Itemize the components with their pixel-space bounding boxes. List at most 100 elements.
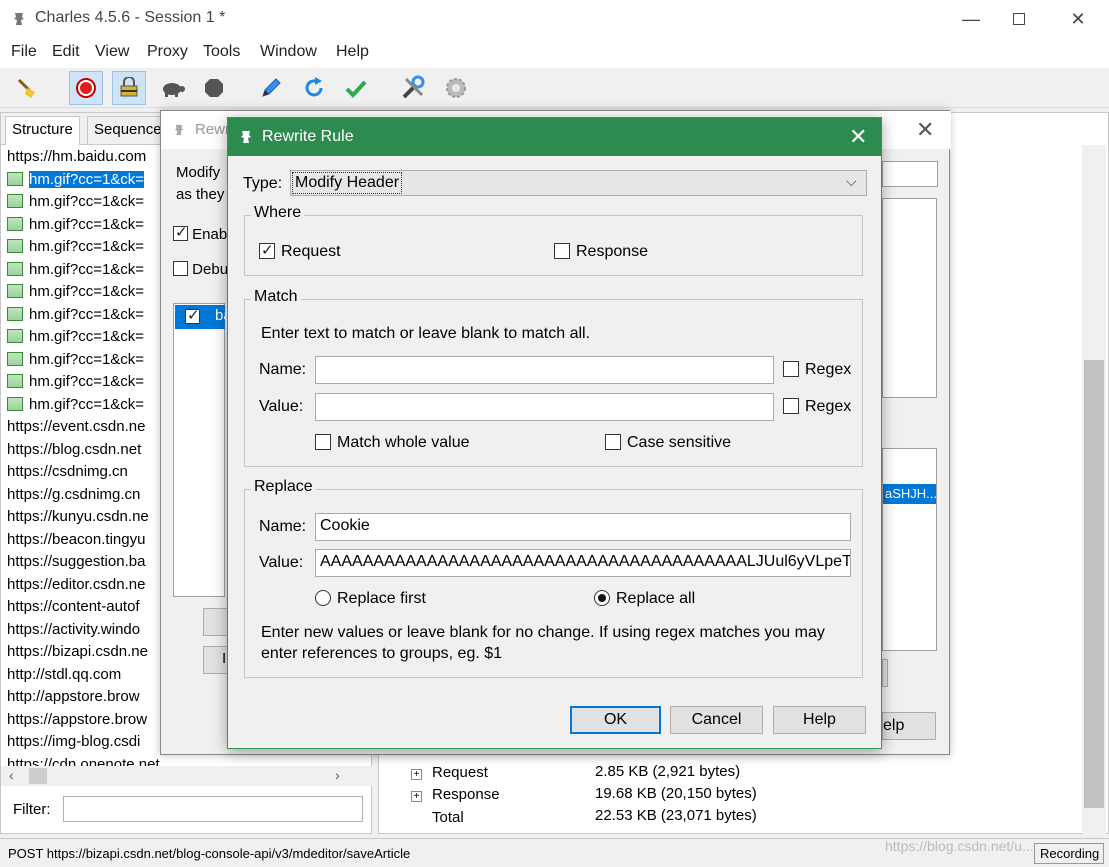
case-sensitive-checkbox[interactable]: Case sensitive xyxy=(605,434,731,452)
menu-proxy[interactable]: Proxy xyxy=(147,43,188,61)
rule-name-field[interactable] xyxy=(882,161,938,187)
tree-item[interactable]: https://content-autof xyxy=(7,598,140,620)
menu-window[interactable]: Window xyxy=(260,43,317,61)
tree-item[interactable]: hm.gif?cc=1&ck= xyxy=(7,170,145,193)
tree-item[interactable]: https://bizapi.csdn.ne xyxy=(7,643,148,665)
replace-all-radio[interactable]: Replace all xyxy=(594,590,695,608)
value-regex-checkbox[interactable]: Regex xyxy=(783,398,851,416)
ok-button[interactable]: OK xyxy=(570,706,661,734)
tab-structure[interactable]: Structure xyxy=(5,116,80,145)
tree-item[interactable]: https://suggestion.ba xyxy=(7,553,145,575)
tree-item-label: http://stdl.qq.com xyxy=(7,665,122,683)
turtle-icon xyxy=(163,83,185,97)
help-button[interactable]: elp xyxy=(882,712,936,740)
minimize-button[interactable]: — xyxy=(948,0,994,38)
tree-item[interactable]: hm.gif?cc=1&ck= xyxy=(7,261,144,283)
tree-item[interactable]: hm.gif?cc=1&ck= xyxy=(7,373,144,395)
help-button[interactable]: Help xyxy=(773,706,866,734)
tree-item[interactable]: https://hm.baidu.com xyxy=(7,148,146,170)
response-checkbox[interactable]: Response xyxy=(554,243,648,261)
tree-item[interactable]: hm.gif?cc=1&ck= xyxy=(7,396,144,418)
request-checkbox[interactable]: Request xyxy=(259,241,341,261)
tree-item[interactable]: hm.gif?cc=1&ck= xyxy=(7,216,144,238)
dialog-description: as they xyxy=(176,186,225,203)
tree-item[interactable]: hm.gif?cc=1&ck= xyxy=(7,351,144,373)
list-item[interactable]: ba xyxy=(175,305,232,329)
tree-item[interactable]: http://stdl.qq.com xyxy=(7,666,121,688)
menu-edit[interactable]: Edit xyxy=(52,43,80,61)
tree-item[interactable]: hm.gif?cc=1&ck= xyxy=(7,306,144,328)
tree-item[interactable]: https://img-blog.csdi xyxy=(7,733,140,755)
type-select[interactable]: Modify Header ⌵ xyxy=(290,170,867,196)
menu-view[interactable]: View xyxy=(95,43,129,61)
filter-input[interactable] xyxy=(63,796,363,822)
tree-item[interactable]: hm.gif?cc=1&ck= xyxy=(7,328,144,350)
turtle-button[interactable] xyxy=(155,71,189,105)
tree-item[interactable]: https://csdnimg.cn xyxy=(7,463,128,485)
settings-button[interactable] xyxy=(439,71,473,105)
horizontal-scrollbar[interactable]: ‹ › xyxy=(1,766,373,786)
edit-button[interactable] xyxy=(882,659,888,687)
tab-sequence[interactable]: Sequence xyxy=(87,116,167,145)
scroll-thumb[interactable] xyxy=(1084,360,1104,808)
expand-icon[interactable]: + xyxy=(411,769,422,780)
image-icon xyxy=(7,216,23,231)
clear-session-button[interactable] xyxy=(10,71,44,105)
tree-item[interactable]: https://beacon.tingyu xyxy=(7,531,145,553)
list-item[interactable]: aSHJH... xyxy=(883,484,936,504)
compose-button[interactable] xyxy=(254,71,288,105)
cancel-button[interactable]: Cancel xyxy=(670,706,763,734)
checkbox-icon[interactable] xyxy=(185,306,200,324)
scroll-left-icon[interactable]: ‹ xyxy=(9,767,14,783)
scroll-thumb[interactable] xyxy=(29,768,47,784)
record-button[interactable] xyxy=(69,71,103,105)
image-icon xyxy=(7,284,23,298)
menu-help[interactable]: Help xyxy=(336,43,369,61)
image-icon xyxy=(7,351,23,366)
menu-tools[interactable]: Tools xyxy=(203,43,240,61)
close-icon[interactable]: ✕ xyxy=(916,117,934,143)
dialog-title: Rewrite Rule xyxy=(262,128,354,145)
tree-item[interactable]: https://cdn.onenote.net xyxy=(7,756,160,767)
debug-checkbox[interactable]: Debu xyxy=(173,261,228,278)
tree-item[interactable]: hm.gif?cc=1&ck= xyxy=(7,283,144,305)
enable-rewrite-checkbox[interactable]: Enab xyxy=(173,223,227,243)
stats-label: Response xyxy=(432,786,500,803)
name-regex-checkbox[interactable]: Regex xyxy=(783,361,851,379)
close-window-button[interactable]: ✕ xyxy=(1055,0,1101,38)
replace-value-input[interactable]: AAAAAAAAAAAAAAAAAAAAAAAAAAAAAAAAAAAAAAAA… xyxy=(315,549,851,577)
tree-item[interactable]: https://appstore.brow xyxy=(7,711,147,733)
tools-button[interactable] xyxy=(396,71,430,105)
menu-file[interactable]: File xyxy=(11,43,37,61)
close-icon[interactable]: ✕ xyxy=(849,124,867,150)
validate-button[interactable] xyxy=(339,71,373,105)
tree-item-label: https://appstore.brow xyxy=(7,710,148,728)
throttle-button[interactable] xyxy=(112,71,146,105)
replace-first-radio[interactable]: Replace first xyxy=(315,590,426,608)
tree-item[interactable]: https://editor.csdn.ne xyxy=(7,576,145,598)
checkbox-icon xyxy=(315,434,331,450)
rewrite-rule-dialog: Rewrite Rule ✕ Type: Modify Header ⌵ Whe… xyxy=(227,117,882,749)
stop-button[interactable] xyxy=(197,71,231,105)
tree-item-label: hm.gif?cc=1&ck= xyxy=(29,238,145,255)
tree-item[interactable]: https://g.csdnimg.cn xyxy=(7,486,140,508)
tree-item[interactable]: http://appstore.brow xyxy=(7,688,140,710)
title-bar: Charles 4.5.6 - Session 1 * — ✕ xyxy=(0,0,1109,38)
repeat-button[interactable] xyxy=(297,71,331,105)
tree-item[interactable]: https://blog.csdn.net xyxy=(7,441,141,463)
rules-table xyxy=(882,198,937,398)
tree-item[interactable]: hm.gif?cc=1&ck= xyxy=(7,193,144,215)
match-value-input[interactable] xyxy=(315,393,774,421)
replace-name-input[interactable]: Cookie xyxy=(315,513,851,541)
scroll-right-icon[interactable]: › xyxy=(335,767,340,783)
tree-item[interactable]: hm.gif?cc=1&ck= xyxy=(7,238,144,260)
expand-icon[interactable]: + xyxy=(411,791,422,802)
vertical-scrollbar[interactable] xyxy=(1082,145,1106,835)
tree-item[interactable]: https://event.csdn.ne xyxy=(7,418,145,440)
maximize-button[interactable] xyxy=(996,0,1042,38)
match-whole-value-checkbox[interactable]: Match whole value xyxy=(315,434,470,452)
tree-item[interactable]: https://activity.windo xyxy=(7,621,140,643)
tree-item[interactable]: https://kunyu.csdn.ne xyxy=(7,508,149,530)
match-name-input[interactable] xyxy=(315,356,774,384)
recording-button[interactable]: Recording xyxy=(1034,843,1104,864)
